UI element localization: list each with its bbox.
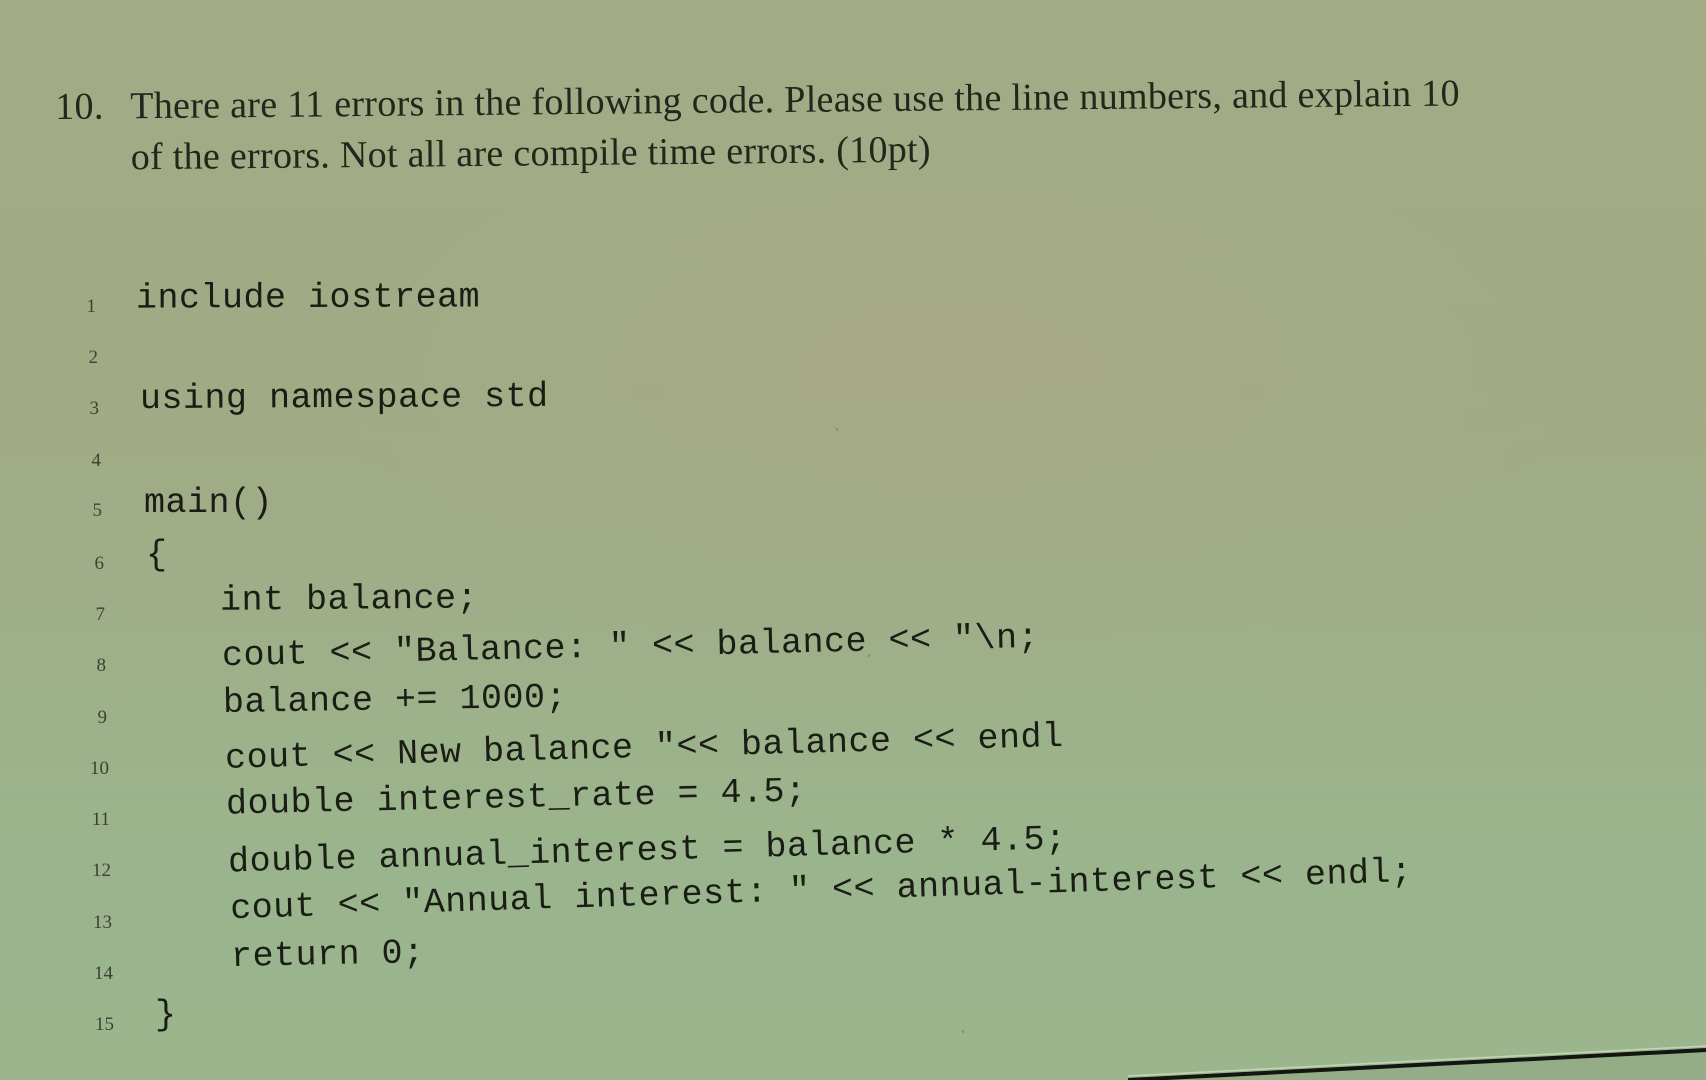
line-number: 10	[90, 758, 109, 779]
code-text: balance += 1000;	[136, 677, 568, 725]
line-number: 14	[94, 963, 113, 984]
line-number: 15	[95, 1014, 114, 1035]
line-number: 7	[95, 604, 106, 625]
code-text: cout << "Balance: " << balance << "\n;	[135, 617, 1040, 679]
line-number: 8	[96, 655, 107, 676]
code-listing: 1 include iostream 2 3 using namespace s…	[0, 0, 1706, 1080]
code-text: using namespace std	[139, 376, 549, 420]
code-text: include iostream	[135, 277, 481, 319]
code-text: int balance;	[133, 578, 479, 622]
code-text: return 0;	[144, 933, 425, 979]
code-text: }	[155, 995, 177, 1035]
code-text: main()	[144, 483, 274, 523]
code-line: 15 }	[0, 0, 176, 1035]
line-number: 9	[97, 707, 108, 728]
paper-speck	[962, 1030, 964, 1033]
line-number: 13	[93, 912, 112, 933]
line-number: 3	[89, 398, 100, 419]
code-text: {	[146, 535, 168, 575]
line-number: 2	[88, 347, 99, 368]
code-text: double interest_rate = 4.5;	[139, 771, 807, 827]
line-number: 4	[91, 450, 102, 471]
line-number: 5	[92, 500, 103, 521]
line-number: 12	[92, 860, 111, 881]
line-number: 6	[94, 553, 105, 574]
exam-page: 10. There are 11 errors in the following…	[0, 0, 1706, 1080]
code-text: cout << New balance "<< balance << endl	[138, 716, 1065, 782]
paper-speck	[868, 654, 870, 657]
line-number: 1	[86, 296, 97, 317]
paper-speck	[836, 428, 838, 431]
line-number: 11	[91, 809, 110, 830]
